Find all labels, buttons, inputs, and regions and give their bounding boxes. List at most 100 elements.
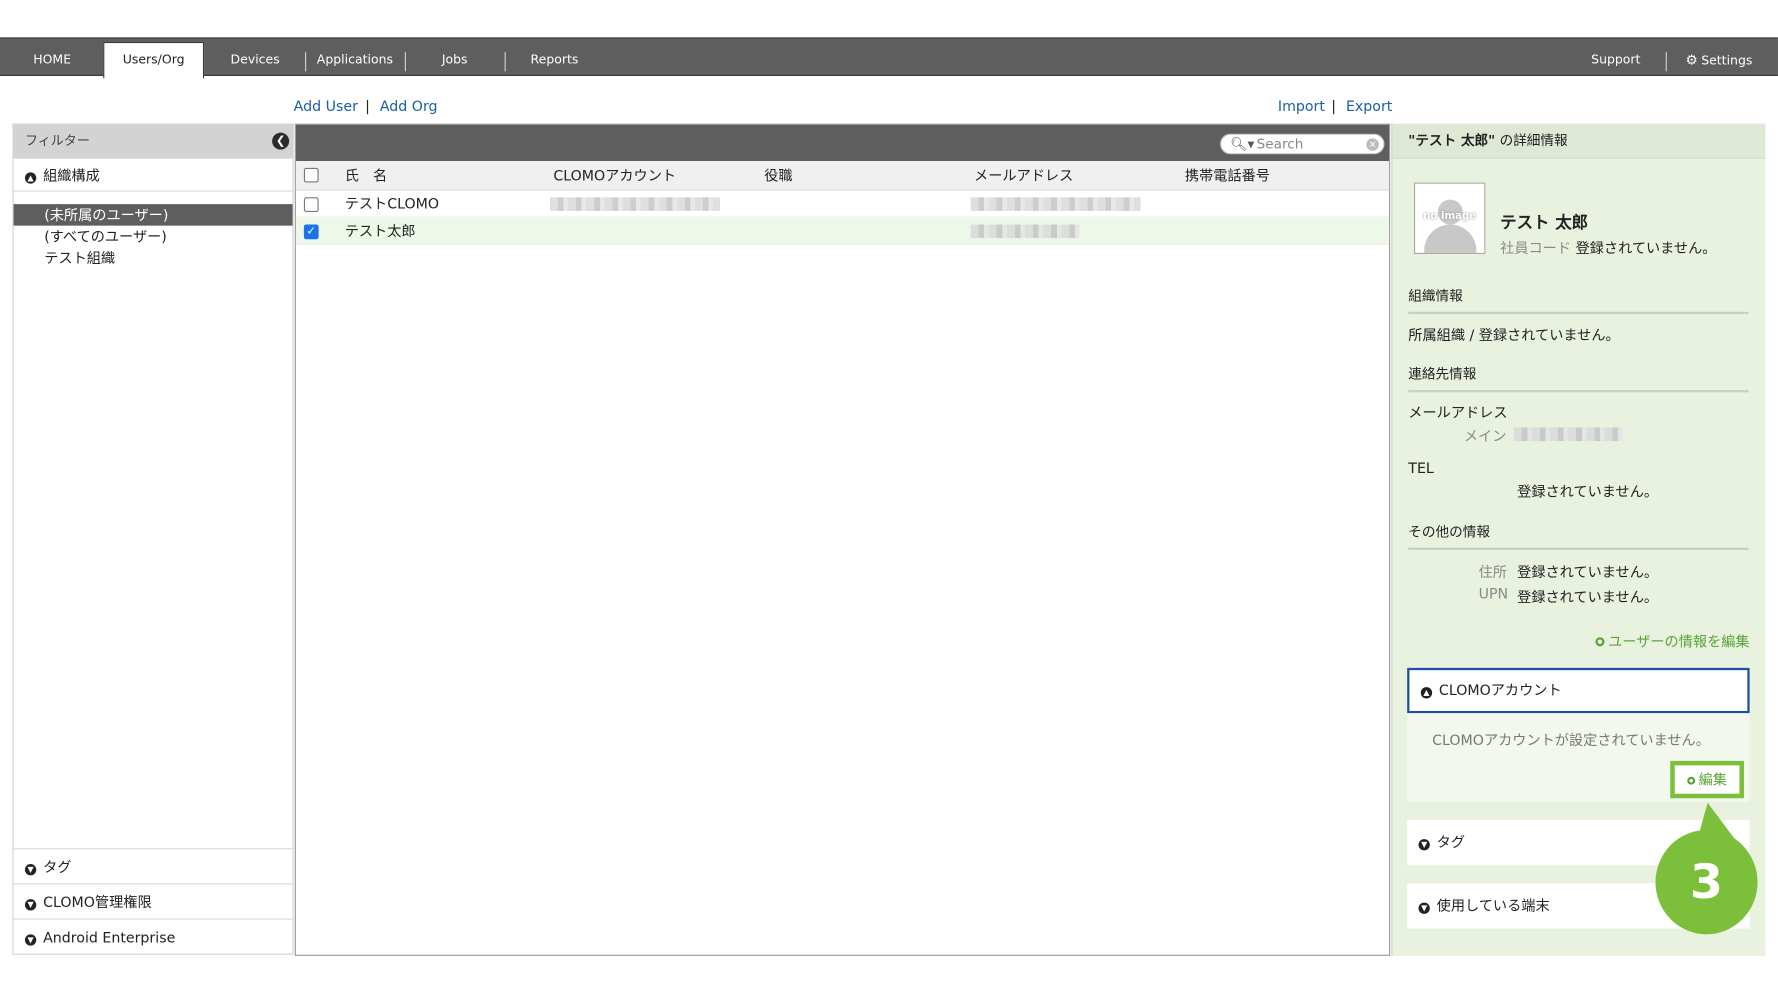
link-separator: | (1331, 97, 1336, 115)
settings-label: Settings (1701, 53, 1753, 69)
detail-title-name: "テスト 太郎" (1408, 132, 1496, 149)
tag-section-label: タグ (1436, 833, 1466, 851)
search-icon: 🔍︎▾ (1230, 136, 1255, 152)
tag-filter-section[interactable]: ▼ タグ (13, 848, 293, 884)
avatar-body-shape (1424, 224, 1477, 253)
tab-users-org[interactable]: Users/Org (103, 41, 205, 79)
search-input[interactable]: 🔍︎▾ Search ✕ (1220, 133, 1385, 155)
org-structure-label: 組織構成 (43, 166, 100, 184)
chevron-down-icon: ▼ (1418, 902, 1430, 914)
edit-user-info-label: ユーザーの情報を編集 (1608, 632, 1750, 650)
user-name-cell: テスト太郎 (344, 222, 416, 240)
top-nav: HOME Users/Org Devices Applications Jobs… (0, 37, 1778, 79)
chevron-up-icon: ▲ (24, 172, 37, 184)
avatar: no image (1413, 182, 1486, 254)
email-main-label: メイン (1463, 427, 1507, 445)
tab-home[interactable]: HOME (0, 39, 104, 76)
android-enterprise-label: Android Enterprise (43, 928, 176, 946)
clomo-account-section-body: CLOMOアカウントが設定されていません。 編集 (1407, 713, 1750, 802)
page: HOME Users/Org Devices Applications Jobs… (0, 0, 1778, 998)
nav-divider (1665, 52, 1667, 72)
chevron-down-icon: ▼ (24, 899, 37, 911)
upn-value: 登録されていません。 (1517, 588, 1659, 606)
table-row[interactable]: ✓ テスト太郎 (295, 217, 1390, 245)
org-tree: (未所属のユーザー) (すべてのユーザー) テスト組織 (13, 204, 293, 269)
clomo-account-section-label: CLOMOアカウント (1438, 681, 1562, 699)
nav-divider (305, 52, 307, 72)
redacted-email (970, 224, 1080, 239)
tel-value: 登録されていません。 (1517, 483, 1659, 501)
tag-filter-label: タグ (43, 858, 72, 876)
user-name: テスト 太郎 (1500, 214, 1589, 233)
detail-title-suffix: の詳細情報 (1495, 132, 1568, 149)
clomo-account-message: CLOMOアカウントが設定されていません。 (1432, 731, 1710, 749)
step-callout-badge: 3 (1655, 830, 1758, 935)
org-structure-section[interactable]: ▲ 組織構成 (13, 158, 293, 192)
devices-section-label: 使用している端末 (1436, 896, 1550, 914)
redacted-email (970, 197, 1141, 211)
tab-devices[interactable]: Devices (215, 39, 294, 76)
edit-clomo-account-button[interactable]: 編集 (1670, 760, 1744, 799)
circle-arrow-icon (1687, 776, 1696, 785)
edit-user-info-link[interactable]: ユーザーの情報を編集 (1595, 629, 1750, 651)
filter-title: フィルター (24, 132, 90, 149)
admin-permission-label: CLOMO管理権限 (43, 893, 152, 911)
nav-divider (404, 52, 406, 72)
other-info-heading: その他の情報 (1408, 522, 1749, 550)
circle-arrow-icon (1595, 637, 1605, 647)
filter-header: フィルター ❮ (13, 124, 293, 159)
email-label: メールアドレス (1408, 403, 1508, 421)
support-link[interactable]: Support (1582, 39, 1650, 76)
add-org-link[interactable]: Add Org (380, 98, 438, 115)
gear-icon: ⚙ (1685, 52, 1698, 69)
search-placeholder: Search (1256, 136, 1304, 152)
nav-divider (504, 52, 506, 72)
upn-label: UPN (1478, 585, 1509, 603)
filter-bottom-sections: ▼ タグ ▼ CLOMO管理権限 ▼ Android Enterprise (13, 848, 293, 954)
tree-node-unassigned-users[interactable]: (未所属のユーザー) (13, 204, 293, 226)
org-info-text: 所属組織 / 登録されていません。 (1408, 326, 1620, 344)
clomo-account-section-header[interactable]: ▲ CLOMOアカウント (1407, 667, 1750, 714)
collapse-left-icon[interactable]: ❮ (272, 132, 290, 150)
table-row[interactable]: テストCLOMO (295, 190, 1390, 218)
column-header-email[interactable]: メールアドレス (974, 161, 1073, 190)
row-checkbox[interactable]: ✓ (303, 224, 319, 240)
chevron-down-icon: ▼ (24, 864, 37, 876)
address-value: 登録されていません。 (1517, 563, 1659, 581)
settings-link[interactable]: ⚙ Settings (1676, 39, 1762, 76)
employee-code: 社員コード 登録されていません。 (1500, 236, 1716, 258)
chevron-down-icon: ▼ (24, 934, 37, 946)
contact-info-heading: 連絡先情報 (1408, 364, 1749, 393)
table-header: 氏 名 CLOMOアカウント 役職 メールアドレス 携帯電話番号 (295, 161, 1390, 191)
avatar-placeholder-text: no image (1423, 210, 1477, 223)
column-header-mobile[interactable]: 携帯電話番号 (1185, 161, 1270, 190)
chevron-down-icon: ▼ (1418, 839, 1430, 851)
import-link[interactable]: Import (1278, 98, 1325, 115)
android-enterprise-section[interactable]: ▼ Android Enterprise (13, 918, 293, 954)
admin-permission-section[interactable]: ▼ CLOMO管理権限 (13, 883, 293, 919)
row-checkbox[interactable] (303, 197, 319, 213)
redacted-account (549, 197, 721, 211)
filter-panel: フィルター ❮ ▲ 組織構成 (未所属のユーザー) (すべてのユーザー) テスト組… (12, 123, 294, 955)
org-info-heading: 組織情報 (1408, 286, 1749, 315)
user-list-panel: 🔍︎▾ Search ✕ 氏 名 CLOMOアカウント 役職 メールアドレス 携帯… (294, 123, 1391, 956)
select-all-checkbox[interactable] (303, 167, 319, 183)
clear-search-icon[interactable]: ✕ (1366, 138, 1379, 151)
detail-header: "テスト 太郎" の詳細情報 (1392, 123, 1766, 159)
tree-node-test-org[interactable]: テスト組織 (14, 247, 293, 269)
employee-code-value: 登録されていません。 (1575, 239, 1717, 257)
tab-reports[interactable]: Reports (519, 39, 589, 76)
column-header-name[interactable]: 氏 名 (345, 161, 388, 190)
tree-node-all-users[interactable]: (すべてのユーザー) (14, 226, 293, 248)
column-header-clomo-account[interactable]: CLOMOアカウント (553, 161, 676, 190)
column-header-position[interactable]: 役職 (764, 161, 792, 190)
list-toolbar: 🔍︎▾ Search ✕ (295, 124, 1390, 162)
export-link[interactable]: Export (1346, 98, 1392, 115)
address-label: 住所 (1478, 563, 1507, 581)
tab-applications[interactable]: Applications (308, 39, 401, 76)
tab-jobs[interactable]: Jobs (420, 39, 490, 76)
employee-code-label: 社員コード (1500, 239, 1572, 257)
link-separator: | (365, 97, 370, 115)
add-user-link[interactable]: Add User (294, 98, 358, 115)
redacted-email (1513, 427, 1623, 442)
